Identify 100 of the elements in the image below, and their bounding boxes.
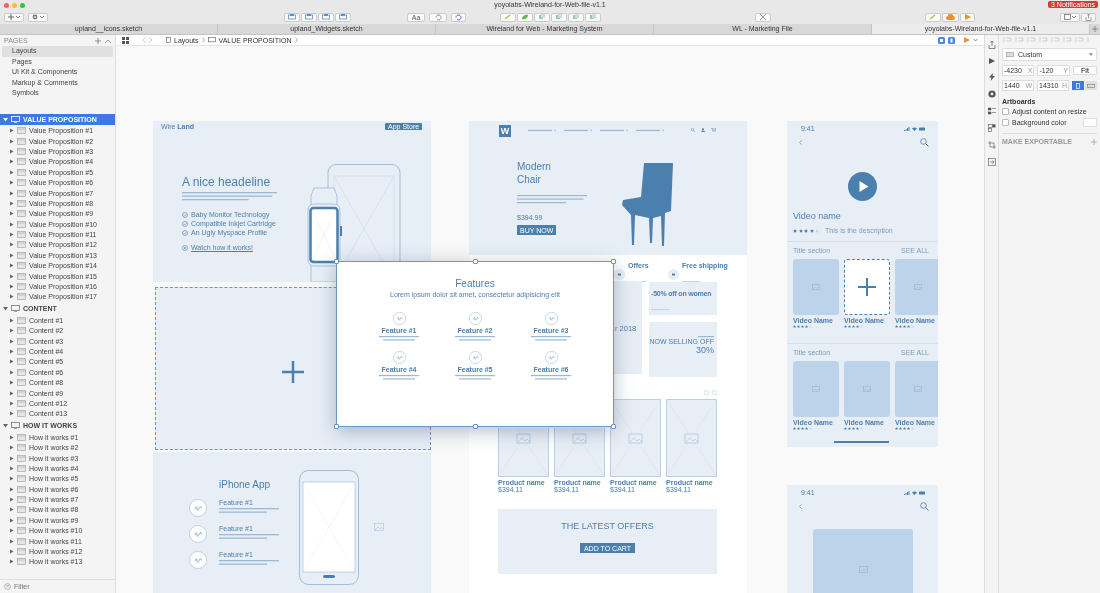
gear-icon[interactable] (987, 90, 996, 98)
new-tab-button[interactable] (1090, 24, 1100, 34)
add-tile[interactable] (844, 259, 890, 315)
cloud-icon[interactable] (942, 12, 959, 22)
frame-tool-icon[interactable] (938, 36, 945, 44)
disclosure-icon[interactable] (9, 380, 14, 386)
back-icon[interactable] (799, 504, 802, 509)
disclosure-icon[interactable] (9, 138, 14, 144)
search-icon[interactable] (920, 138, 929, 147)
resize-handle[interactable] (473, 259, 478, 264)
color-swatch[interactable] (1083, 118, 1097, 127)
resize-handle[interactable] (473, 424, 478, 429)
disclosure-icon[interactable] (9, 369, 14, 375)
disclosure-icon[interactable] (9, 317, 14, 323)
disclosure-icon[interactable] (9, 200, 14, 206)
video-thumbnail[interactable] (844, 361, 890, 417)
disclosure-icon[interactable] (9, 128, 14, 134)
search-icon[interactable] (920, 502, 929, 511)
checkbox[interactable] (1002, 108, 1009, 115)
disclosure-icon[interactable] (9, 538, 14, 544)
loop-icon[interactable] (451, 12, 466, 22)
play-icon[interactable] (988, 58, 995, 64)
search-icon[interactable] (691, 128, 695, 132)
video-thumbnail[interactable] (793, 259, 839, 315)
sidebar-toggle-button[interactable] (1060, 12, 1080, 22)
play-button[interactable] (848, 172, 877, 201)
insert-button[interactable] (4, 12, 24, 22)
close-button[interactable] (4, 3, 9, 8)
disclosure-icon[interactable] (9, 411, 14, 417)
caret-icon[interactable] (973, 38, 978, 42)
user-icon[interactable] (701, 128, 705, 132)
disclosure-icon[interactable] (9, 359, 14, 365)
disclosure-icon[interactable] (9, 190, 14, 196)
share-icon[interactable] (1081, 12, 1096, 22)
disclosure-icon[interactable] (9, 465, 14, 471)
disclosure-icon[interactable] (9, 221, 14, 227)
disclosure-icon[interactable] (9, 349, 14, 354)
list-icon[interactable] (987, 107, 996, 115)
layout-icon[interactable] (987, 124, 996, 132)
disclosure-icon[interactable] (9, 328, 14, 334)
squares-icon[interactable] (585, 12, 601, 22)
text-lines (531, 375, 571, 380)
component-tool-icon[interactable] (948, 36, 955, 44)
checkbox[interactable] (1002, 119, 1009, 126)
disclosure-icon[interactable] (9, 169, 14, 175)
add-icon[interactable] (95, 37, 101, 44)
pencil-icon[interactable] (925, 12, 941, 22)
disclosure-icon[interactable] (9, 528, 14, 534)
disclosure-icon[interactable] (9, 252, 14, 258)
cart-icon[interactable] (711, 128, 716, 132)
squares-icon[interactable] (534, 12, 550, 22)
disclosure-icon[interactable] (9, 559, 14, 565)
upload-icon[interactable] (987, 41, 996, 49)
squares-icon[interactable] (551, 12, 567, 22)
landscape-button[interactable] (1085, 81, 1097, 90)
export-icon[interactable] (987, 158, 996, 166)
video-thumbnail[interactable] (793, 361, 839, 417)
settings-button[interactable] (28, 12, 48, 22)
disclosure-icon[interactable] (9, 434, 14, 440)
disclosure-icon[interactable] (9, 242, 14, 248)
portrait-button[interactable] (1072, 81, 1084, 90)
disclosure-icon[interactable] (9, 507, 14, 513)
disclosure-icon[interactable] (9, 148, 14, 154)
disclosure-icon[interactable] (9, 455, 14, 461)
resize-handle[interactable] (611, 259, 616, 264)
video-thumbnail[interactable] (895, 259, 938, 315)
disclosure-icon[interactable] (9, 284, 14, 290)
resize-handle[interactable] (334, 424, 339, 429)
rotate-button[interactable] (429, 12, 447, 22)
leaf-icon[interactable] (517, 12, 533, 22)
tray-icon[interactable] (284, 12, 300, 22)
disclosure-icon[interactable] (3, 306, 8, 312)
collapse-icon[interactable] (105, 38, 111, 43)
back-icon[interactable] (799, 140, 802, 145)
disclosure-icon[interactable] (9, 517, 14, 523)
crop-icon[interactable] (987, 141, 996, 149)
disclosure-icon[interactable] (9, 294, 14, 300)
disclosure-icon[interactable] (9, 211, 14, 217)
squares-icon[interactable] (568, 12, 584, 22)
disclosure-icon[interactable] (9, 497, 14, 503)
disclosure-icon[interactable] (9, 400, 14, 406)
disclosure-icon[interactable] (9, 180, 14, 186)
scissors-icon[interactable] (755, 12, 771, 22)
disclosure-icon[interactable] (9, 273, 14, 279)
disclosure-icon[interactable] (9, 263, 14, 269)
disclosure-icon[interactable] (9, 390, 14, 396)
disclosure-icon[interactable] (9, 159, 14, 165)
resize-handle[interactable] (334, 259, 339, 264)
lightning-icon[interactable] (988, 73, 995, 81)
disclosure-icon[interactable] (3, 423, 8, 429)
disclosure-icon[interactable] (9, 486, 14, 492)
disclosure-icon[interactable] (9, 445, 14, 451)
resize-handle[interactable] (611, 424, 616, 429)
disclosure-icon[interactable] (9, 476, 14, 482)
pencil-icon[interactable] (500, 12, 516, 22)
disclosure-icon[interactable] (9, 549, 14, 555)
video-thumbnail[interactable] (895, 361, 938, 417)
disclosure-icon[interactable] (9, 338, 14, 344)
disclosure-icon[interactable] (9, 232, 14, 238)
disclosure-icon[interactable] (3, 116, 8, 122)
